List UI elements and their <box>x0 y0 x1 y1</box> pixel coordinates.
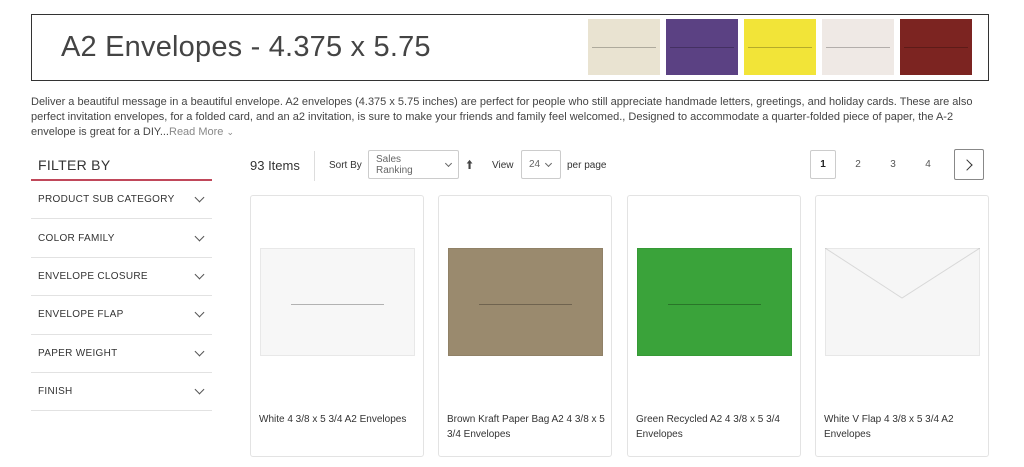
chevron-down-icon[interactable] <box>194 346 205 357</box>
filter-envelope-flap[interactable]: ENVELOPE FLAP <box>31 296 212 335</box>
filter-label: FINISH <box>38 386 73 398</box>
page-3[interactable]: 3 <box>880 150 906 179</box>
product-name[interactable]: Green Recycled A2 4 3/8 x 5 3/4 Envelope… <box>636 412 796 442</box>
product-name[interactable]: Brown Kraft Paper Bag A2 4 3/8 x 5 3/4 E… <box>447 412 607 442</box>
swatch-yellow[interactable] <box>744 19 816 75</box>
chevron-down-icon[interactable] <box>194 231 205 242</box>
chevron-down-icon[interactable] <box>194 192 205 203</box>
filter-label: ENVELOPE CLOSURE <box>38 270 148 282</box>
filter-label: COLOR FAMILY <box>38 232 115 244</box>
chevron-down-icon[interactable] <box>545 159 553 167</box>
per-page-label: per page <box>567 160 607 171</box>
filter-label: ENVELOPE FLAP <box>38 309 124 321</box>
product-card[interactable]: Brown Kraft Paper Bag A2 4 3/8 x 5 3/4 E… <box>438 195 612 457</box>
chevron-down-icon[interactable]: ⌄ <box>226 127 234 137</box>
filter-label: PAPER WEIGHT <box>38 347 118 359</box>
filter-label: PRODUCT SUB CATEGORY <box>38 194 175 206</box>
product-card[interactable]: White 4 3/8 x 5 3/4 A2 Envelopes <box>250 195 424 457</box>
toolbar-divider <box>314 151 315 181</box>
sort-select[interactable]: Sales Ranking <box>368 150 459 179</box>
filter-envelope-closure[interactable]: ENVELOPE CLOSURE <box>31 258 212 297</box>
page-2[interactable]: 2 <box>845 150 871 179</box>
envelope-flap-line <box>668 304 761 306</box>
view-value[interactable]: 24 <box>529 159 540 170</box>
results-toolbar: 93 Items Sort By Sales Ranking 🠩 View 24… <box>250 149 990 181</box>
page-4[interactable]: 4 <box>915 150 941 179</box>
filter-heading: FILTER BY <box>38 157 111 173</box>
product-image[interactable] <box>637 248 792 356</box>
v-flap-shape <box>824 247 981 299</box>
filter-product-sub-category[interactable]: PRODUCT SUB CATEGORY <box>31 181 212 220</box>
description-text: Deliver a beautiful message in a beautif… <box>31 95 996 140</box>
chevron-down-icon[interactable] <box>194 307 205 318</box>
read-more-link[interactable]: Read More ⌄ <box>169 126 234 138</box>
sort-value[interactable]: Sales Ranking <box>376 154 440 176</box>
chevron-down-icon[interactable] <box>194 269 205 280</box>
product-image[interactable] <box>448 248 603 356</box>
view-select[interactable]: 24 <box>521 150 561 179</box>
product-card[interactable]: White V Flap 4 3/8 x 5 3/4 A2 Envelopes <box>815 195 989 457</box>
filter-list: PRODUCT SUB CATEGORY COLOR FAMILY ENVELO… <box>31 181 212 412</box>
envelope-flap-line <box>291 304 384 306</box>
swatch-burgundy[interactable] <box>900 19 972 75</box>
category-banner: A2 Envelopes - 4.375 x 5.75 <box>31 14 989 81</box>
product-name[interactable]: White V Flap 4 3/8 x 5 3/4 A2 Envelopes <box>824 412 984 442</box>
page-1[interactable]: 1 <box>810 150 836 179</box>
view-label: View <box>492 160 514 171</box>
product-name[interactable]: White 4 3/8 x 5 3/4 A2 Envelopes <box>259 412 419 427</box>
next-page-button[interactable] <box>954 149 984 180</box>
product-image[interactable] <box>824 247 981 356</box>
item-count: 93 Items <box>250 158 300 173</box>
chevron-right-icon[interactable] <box>961 158 973 171</box>
envelope-flap-line <box>479 304 572 306</box>
product-card[interactable]: Green Recycled A2 4 3/8 x 5 3/4 Envelope… <box>627 195 801 457</box>
sort-label: Sort By <box>329 160 362 171</box>
chevron-down-icon[interactable] <box>444 159 453 167</box>
page-title: A2 Envelopes - 4.375 x 5.75 <box>61 31 431 63</box>
swatch-purple[interactable] <box>666 19 738 75</box>
filter-paper-weight[interactable]: PAPER WEIGHT <box>31 335 212 373</box>
filter-finish[interactable]: FINISH <box>31 373 212 412</box>
category-description: Deliver a beautiful message in a beautif… <box>31 95 996 140</box>
sort-direction-arrow-icon[interactable]: 🠩 <box>466 156 473 178</box>
filter-color-family[interactable]: COLOR FAMILY <box>31 219 212 258</box>
swatch-blush[interactable] <box>822 19 894 75</box>
swatch-cream[interactable] <box>588 19 660 75</box>
chevron-down-icon[interactable] <box>194 384 205 395</box>
product-image[interactable] <box>260 248 415 356</box>
read-more-label[interactable]: Read More <box>169 126 223 138</box>
